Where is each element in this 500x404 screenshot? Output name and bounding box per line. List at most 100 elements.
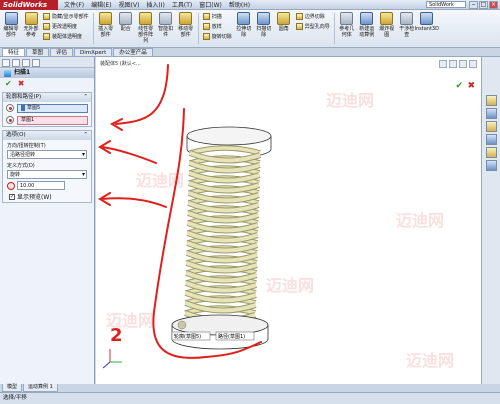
menu-file[interactable]: 文件(F) bbox=[64, 0, 84, 9]
close-icon[interactable]: × bbox=[489, 1, 498, 9]
smart-fastener-button[interactable]: 智能扣件 bbox=[158, 12, 174, 45]
profile-icon bbox=[6, 104, 14, 112]
section-header[interactable]: 轮廓和路径(P) ⌃ bbox=[3, 93, 91, 102]
move-component-button[interactable]: 移动零部件 bbox=[178, 12, 194, 45]
path-selection-box[interactable]: 草图1 bbox=[17, 115, 88, 125]
property-manager: 扫描1 ✔ ✖ 轮廓和路径(P) ⌃ 草图5 草图1 选项(O) ⌃ 方向/扭转控制… bbox=[0, 57, 95, 392]
ribbon-item[interactable]: 装配体透明度 bbox=[43, 32, 89, 40]
no-external-ref-button[interactable]: 无外部参考 bbox=[23, 12, 39, 45]
menu-insert[interactable]: 插入(I) bbox=[146, 0, 164, 9]
ribbon-item[interactable]: 放样 bbox=[202, 22, 232, 30]
model-view: 轮廓(草图5) 路径(草图1) 2 bbox=[98, 64, 272, 369]
edit-component-icon bbox=[4, 12, 18, 25]
tab-model[interactable]: 模型 bbox=[2, 384, 23, 392]
instant3d-icon bbox=[420, 12, 434, 25]
turns-input[interactable]: 10.00 bbox=[17, 181, 65, 190]
arrow-annotation-turns bbox=[98, 192, 167, 208]
turns-row: 10.00 bbox=[3, 180, 91, 191]
instant3d-button[interactable]: Instant3D bbox=[415, 12, 439, 45]
extrude-cut-button[interactable]: 拉伸切除 bbox=[236, 12, 252, 45]
show-preview-label: 显示预览(W) bbox=[17, 194, 52, 201]
turns-icon bbox=[7, 181, 15, 190]
interference-check-icon bbox=[400, 12, 414, 25]
fillet-button[interactable]: 圆角 bbox=[276, 12, 292, 45]
window-controls: ‒ □ × bbox=[469, 1, 498, 9]
define-by-dropdown[interactable]: 旋转 bbox=[7, 170, 87, 179]
ribbon-item[interactable]: 异型孔向导 bbox=[295, 22, 330, 30]
property-manager-icon[interactable] bbox=[12, 59, 20, 67]
panel-actions: ✔ ✖ bbox=[0, 78, 94, 89]
show-preview-row[interactable]: ✓ 显示预览(W) bbox=[3, 191, 91, 202]
config-manager-icon[interactable] bbox=[22, 59, 30, 67]
ribbon-small-group-1: 隐藏/显示零部件 更改透明度 装配体透明度 bbox=[43, 12, 89, 45]
tab-evaluate[interactable]: 评估 bbox=[50, 48, 74, 56]
tab-sketch[interactable]: 草图 bbox=[26, 48, 50, 56]
ribbon-divider bbox=[92, 13, 94, 44]
app-logo: SolidWorks bbox=[0, 0, 58, 10]
smart-fastener-icon bbox=[159, 12, 173, 25]
cancel-icon[interactable]: ✖ bbox=[18, 80, 25, 88]
edit-component-button[interactable]: 编辑零部件 bbox=[3, 12, 19, 45]
resources-icon[interactable] bbox=[485, 95, 497, 106]
custom-properties-icon[interactable] bbox=[485, 160, 497, 171]
arrow-annotation-profile bbox=[109, 64, 169, 131]
panel-title: 扫描1 bbox=[0, 68, 94, 78]
tab-office[interactable]: 办公室产品 bbox=[113, 48, 153, 56]
no-external-ref-icon bbox=[24, 12, 38, 25]
section-header[interactable]: 选项(O) ⌃ bbox=[3, 131, 91, 140]
search-input[interactable]: SolidWork bbox=[426, 1, 466, 8]
title-bar: SolidWorks 文件(F) 编辑(E) 视图(V) 插入(I) 工具(T)… bbox=[0, 0, 500, 10]
design-library-icon[interactable] bbox=[485, 108, 497, 119]
hole-wizard-icon bbox=[295, 22, 303, 30]
file-explorer-icon[interactable] bbox=[485, 121, 497, 132]
ribbon-item[interactable]: 边界切除 bbox=[295, 12, 330, 20]
command-manager: 编辑零部件 无外部参考 隐藏/显示零部件 更改透明度 装配体透明度 插入零部件 … bbox=[0, 10, 500, 48]
annotation-number: 2 bbox=[110, 325, 123, 346]
orientation-dropdown[interactable]: 沿路径扭转 bbox=[7, 150, 87, 159]
show-preview-checkbox[interactable]: ✓ bbox=[9, 193, 15, 200]
panel-toolbar bbox=[0, 57, 94, 68]
linear-pattern-button[interactable]: 线性零部件阵列 bbox=[138, 12, 154, 45]
reference-geometry-icon bbox=[340, 12, 354, 25]
ribbon-item[interactable]: 旋转切除 bbox=[202, 32, 232, 40]
ribbon-item[interactable]: 扫描 bbox=[202, 12, 232, 20]
interference-check-button[interactable]: 干涉检查 bbox=[399, 12, 415, 45]
solidworks-window: SolidWorks 文件(F) 编辑(E) 视图(V) 插入(I) 工具(T)… bbox=[0, 0, 500, 404]
ribbon-item[interactable]: 隐藏/显示零部件 bbox=[43, 12, 89, 20]
path-label: 路径(草图1) bbox=[218, 333, 245, 340]
boundary-cut-icon bbox=[295, 12, 303, 20]
new-motion-study-button[interactable]: 新建运动算例 bbox=[359, 12, 375, 45]
maximize-icon[interactable]: □ bbox=[479, 1, 488, 9]
mate-button[interactable]: 配合 bbox=[118, 12, 134, 45]
ok-icon[interactable]: ✔ bbox=[5, 80, 12, 88]
graphics-area[interactable]: 装配体5 (默认<... ✔ ✖ 迈迪网 迈迪网 迈迪网 迈迪网 迈迪网 迈迪网 bbox=[96, 57, 481, 384]
motion-study-icon bbox=[360, 12, 374, 25]
menu-tools[interactable]: 工具(T) bbox=[172, 0, 192, 9]
view-palette-icon[interactable] bbox=[485, 134, 497, 145]
define-by-label: 定义方式(D) bbox=[7, 163, 35, 169]
path-row: 草图1 bbox=[3, 114, 91, 126]
insert-component-icon bbox=[99, 12, 113, 25]
tab-dimxpert[interactable]: DimXpert bbox=[74, 48, 113, 56]
sweep-cut-button[interactable]: 扫描切除 bbox=[256, 12, 272, 45]
mate-icon bbox=[119, 12, 133, 25]
tab-features[interactable]: 特征 bbox=[2, 48, 26, 56]
feature-tree-icon[interactable] bbox=[2, 59, 10, 67]
appearances-icon[interactable] bbox=[485, 147, 497, 158]
options-section: 选项(O)⌃ 方向/扭转控制(T) 沿路径扭转 定义方式(D) 旋转 10.00… bbox=[2, 130, 92, 203]
reference-geometry-button[interactable]: 参考几何体 bbox=[339, 12, 355, 45]
menu-view[interactable]: 视图(V) bbox=[119, 0, 140, 9]
collapse-icon[interactable]: ⌃ bbox=[83, 131, 88, 140]
menu-edit[interactable]: 编辑(E) bbox=[91, 0, 111, 9]
explode-view-button[interactable]: 爆炸视图 bbox=[379, 12, 395, 45]
profile-selection-box[interactable]: 草图5 bbox=[17, 103, 88, 113]
menu-window[interactable]: 窗口(W) bbox=[199, 0, 222, 9]
menu-help[interactable]: 帮助(H) bbox=[229, 0, 250, 9]
collapse-icon[interactable]: ⌃ bbox=[83, 93, 88, 102]
tab-motion-study[interactable]: 运动算例 1 bbox=[23, 384, 58, 392]
ribbon-item[interactable]: 更改透明度 bbox=[43, 22, 89, 30]
assembly-transparency-icon bbox=[43, 32, 50, 40]
minimize-icon[interactable]: ‒ bbox=[469, 1, 478, 9]
insert-component-button[interactable]: 插入零部件 bbox=[98, 12, 114, 45]
dimxpert-manager-icon[interactable] bbox=[32, 59, 40, 67]
